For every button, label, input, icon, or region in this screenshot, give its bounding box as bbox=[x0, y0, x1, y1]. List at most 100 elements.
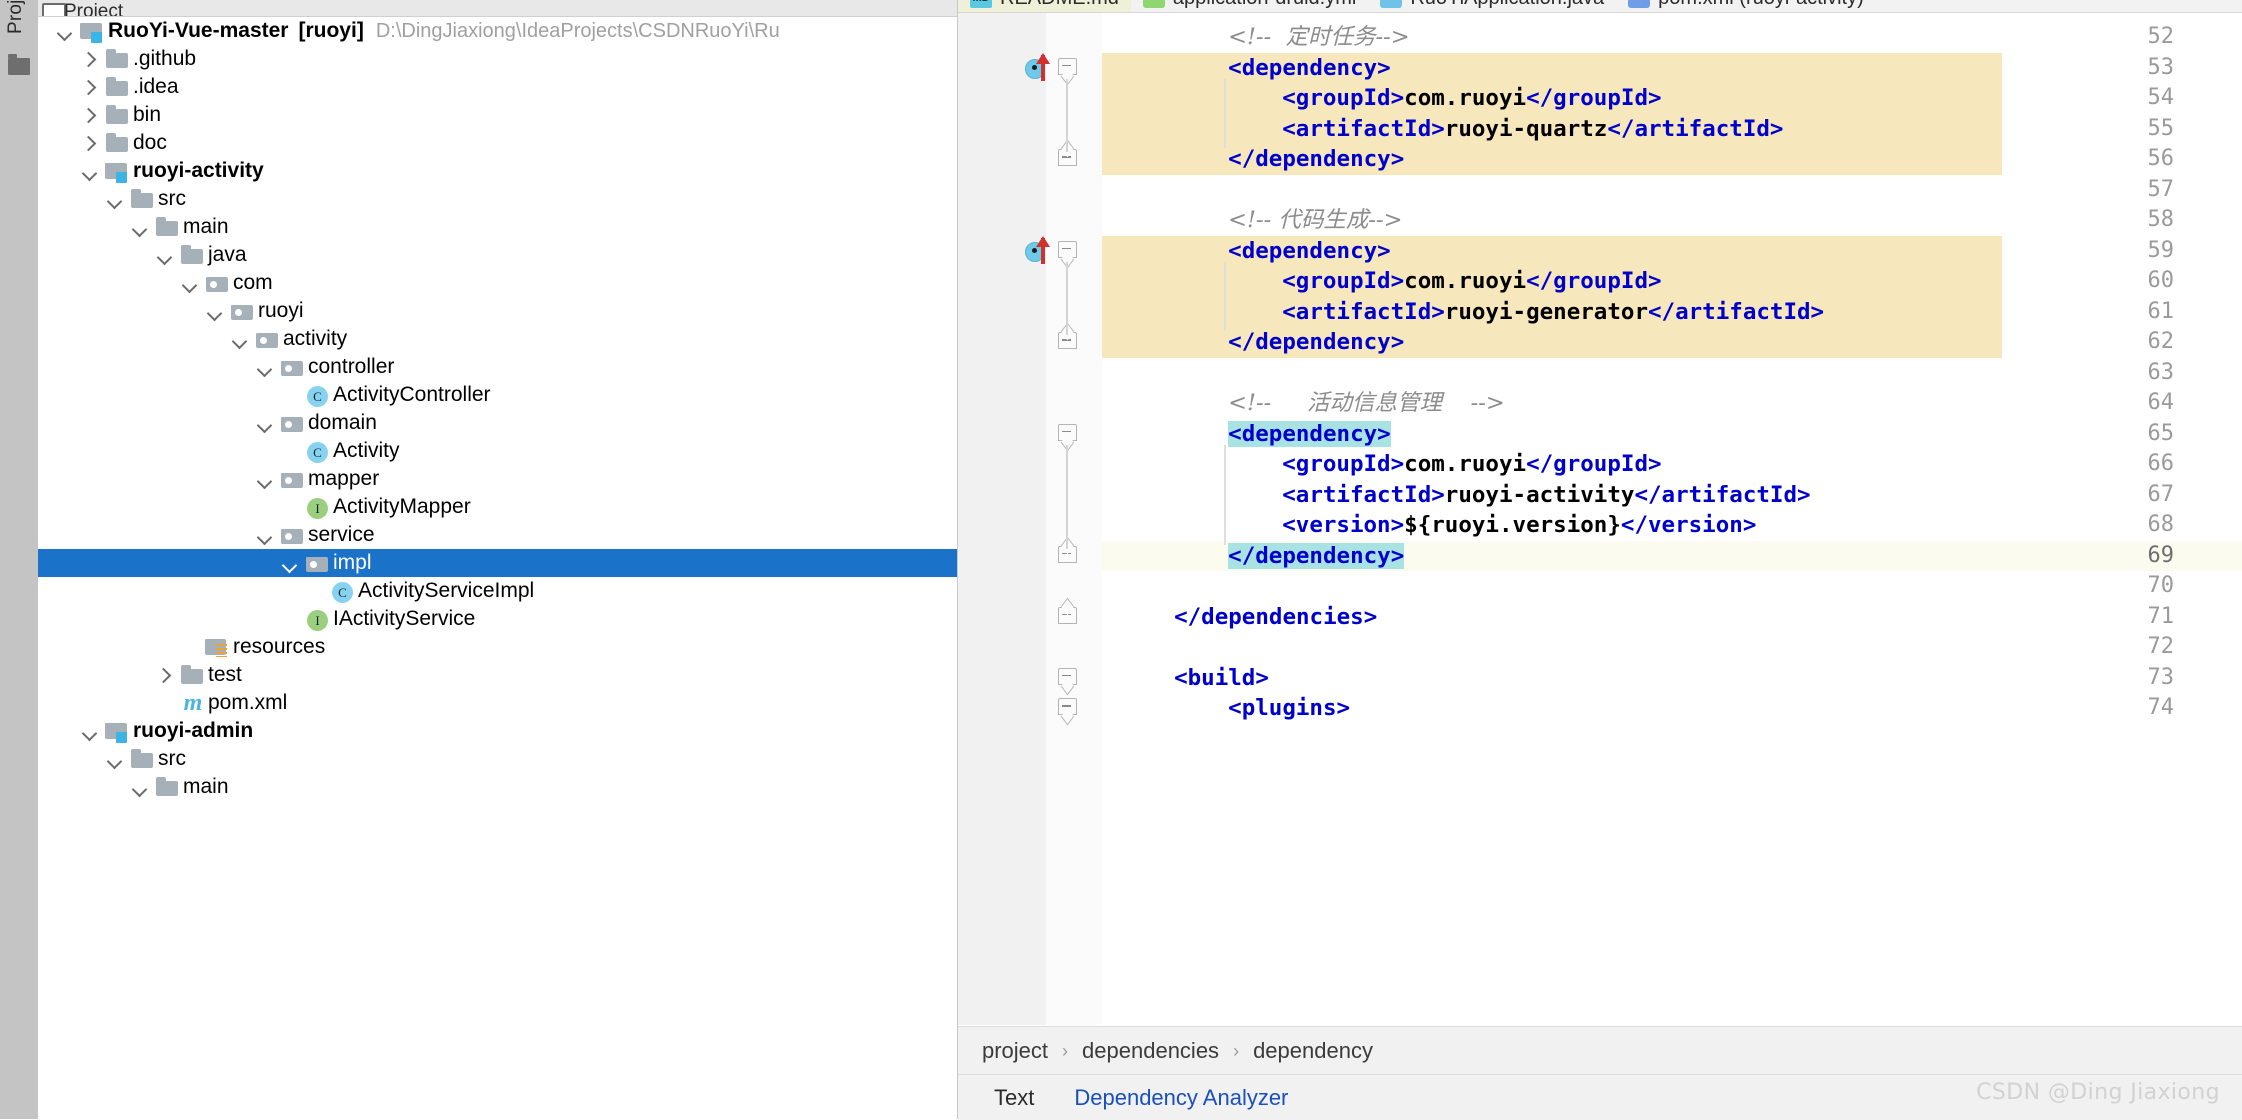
chevron-down-icon[interactable] bbox=[77, 717, 103, 745]
code-line-69[interactable]: </dependency> bbox=[1102, 541, 2242, 572]
upload-arrow-icon[interactable] bbox=[1041, 238, 1045, 264]
chevron-down-icon[interactable] bbox=[127, 213, 153, 241]
fold-up-icon[interactable] bbox=[1058, 149, 1080, 171]
code-line-73[interactable]: <build> bbox=[1102, 663, 2242, 694]
tree-row-impl[interactable]: impl bbox=[38, 549, 957, 577]
chevron-down-icon[interactable] bbox=[252, 521, 278, 549]
code-line-65[interactable]: <dependency> bbox=[1102, 419, 2242, 450]
code-line-57[interactable] bbox=[1102, 175, 2242, 206]
code-line-60[interactable]: <groupId>com.ruoyi</groupId> bbox=[1102, 266, 2242, 297]
run-gutter-marker[interactable] bbox=[1025, 238, 1065, 264]
bottom-tab-dependency-analyzer[interactable]: Dependency Analyzer bbox=[1074, 1085, 1288, 1111]
tree-row-IActivityService[interactable]: IActivityService bbox=[38, 605, 957, 633]
folder-icon[interactable] bbox=[8, 58, 30, 75]
tree-row-idea[interactable]: .idea bbox=[38, 73, 957, 101]
fold-up-icon[interactable] bbox=[1058, 546, 1080, 568]
tree-row-admin-main[interactable]: main bbox=[38, 773, 957, 801]
tree-row-com[interactable]: com bbox=[38, 269, 957, 297]
package-icon bbox=[303, 549, 333, 577]
code-line-70[interactable] bbox=[1102, 571, 2242, 602]
chevron-down-icon[interactable] bbox=[202, 297, 228, 325]
fold-up-icon[interactable] bbox=[1058, 607, 1080, 629]
code-line-56[interactable]: </dependency> bbox=[1102, 144, 2242, 175]
tree-row-pom-activity[interactable]: pom.xml bbox=[38, 689, 957, 717]
chevron-down-icon[interactable] bbox=[252, 409, 278, 437]
tree-row-ActivityMapper[interactable]: ActivityMapper bbox=[38, 493, 957, 521]
code-line-61[interactable]: <artifactId>ruoyi-generator</artifactId> bbox=[1102, 297, 2242, 328]
tree-row-github[interactable]: .github bbox=[38, 45, 957, 73]
chevron-right-icon[interactable] bbox=[77, 45, 103, 73]
tree-row-ruoyi-activity[interactable]: ruoyi-activity bbox=[38, 157, 957, 185]
code-editor[interactable]: <!-- 定时任务--><dependency><groupId>com.ruo… bbox=[1102, 13, 2242, 1025]
tree-row-bin[interactable]: bin bbox=[38, 101, 957, 129]
tree-row-mapper[interactable]: mapper bbox=[38, 465, 957, 493]
tree-row-main[interactable]: main bbox=[38, 213, 957, 241]
tree-row-doc[interactable]: doc bbox=[38, 129, 957, 157]
breadcrumb-item-dependency[interactable]: dependency bbox=[1253, 1038, 1373, 1064]
bottom-tab-text[interactable]: Text bbox=[994, 1085, 1034, 1111]
tree-row-resources[interactable]: resources bbox=[38, 633, 957, 661]
code-line-71[interactable]: </dependencies> bbox=[1102, 602, 2242, 633]
chevron-down-icon[interactable] bbox=[152, 241, 178, 269]
fold-up-icon[interactable] bbox=[1058, 332, 1080, 354]
code-line-62[interactable]: </dependency> bbox=[1102, 327, 2242, 358]
code-line-55[interactable]: <artifactId>ruoyi-quartz</artifactId> bbox=[1102, 114, 2242, 145]
editor-tab-bar[interactable]: README.mdapplication-druid.ymlRuoYiAppli… bbox=[958, 0, 2242, 13]
code-line-68[interactable]: <version>${ruoyi.version}</version> bbox=[1102, 510, 2242, 541]
editor-tab-readme-md[interactable]: README.md bbox=[958, 0, 1131, 13]
tree-row-test[interactable]: test bbox=[38, 661, 957, 689]
editor-tab-ruoyiapplication-java[interactable]: RuoYiApplication.java bbox=[1368, 0, 1616, 13]
editor-tab-pom-xml-ruoyi-activity-[interactable]: pom.xml (ruoyi-activity) bbox=[1616, 0, 1876, 13]
code-line-72[interactable] bbox=[1102, 632, 2242, 663]
tree-row-root[interactable]: RuoYi-Vue-master[ruoyi]D:\DingJiaxiong\I… bbox=[38, 17, 957, 45]
chevron-right-icon[interactable] bbox=[152, 661, 178, 689]
code-line-52[interactable]: <!-- 定时任务--> bbox=[1102, 22, 2242, 53]
chevron-down-icon[interactable] bbox=[52, 17, 78, 45]
code-line-66[interactable]: <groupId>com.ruoyi</groupId> bbox=[1102, 449, 2242, 480]
code-line-54[interactable]: <groupId>com.ruoyi</groupId> bbox=[1102, 83, 2242, 114]
tree-row-activity[interactable]: activity bbox=[38, 325, 957, 353]
tree-row-ActivityController[interactable]: ActivityController bbox=[38, 381, 957, 409]
upload-arrow-icon[interactable] bbox=[1041, 55, 1045, 81]
fold-down-icon[interactable] bbox=[1058, 698, 1080, 720]
chevron-down-icon[interactable] bbox=[127, 773, 153, 801]
code-line-67[interactable]: <artifactId>ruoyi-activity</artifactId> bbox=[1102, 480, 2242, 511]
breadcrumb-item-dependencies[interactable]: dependencies bbox=[1082, 1038, 1219, 1064]
chevron-down-icon[interactable] bbox=[227, 325, 253, 353]
chevron-down-icon[interactable] bbox=[177, 269, 203, 297]
code-line-53[interactable]: <dependency> bbox=[1102, 53, 2242, 84]
tree-row-Activity[interactable]: Activity bbox=[38, 437, 957, 465]
chevron-right-icon[interactable] bbox=[77, 129, 103, 157]
line-number: 68 bbox=[2114, 510, 2174, 541]
chevron-down-icon[interactable] bbox=[102, 745, 128, 773]
breadcrumb[interactable]: project›dependencies›dependency bbox=[958, 1026, 2242, 1075]
tree-row-controller[interactable]: controller bbox=[38, 353, 957, 381]
tree-row-src[interactable]: src bbox=[38, 185, 957, 213]
tree-row-ruoyi-admin[interactable]: ruoyi-admin bbox=[38, 717, 957, 745]
run-gutter-marker[interactable] bbox=[1025, 55, 1065, 81]
tree-row-java[interactable]: java bbox=[38, 241, 957, 269]
code-line-74[interactable]: <plugins> bbox=[1102, 693, 2242, 724]
chevron-down-icon[interactable] bbox=[77, 157, 103, 185]
tree-row-service[interactable]: service bbox=[38, 521, 957, 549]
fold-down-icon[interactable] bbox=[1058, 668, 1080, 690]
chevron-down-icon[interactable] bbox=[252, 465, 278, 493]
project-tool-button[interactable]: Proje bbox=[0, 0, 34, 38]
chevron-right-icon[interactable] bbox=[77, 73, 103, 101]
code-line-59[interactable]: <dependency> bbox=[1102, 236, 2242, 267]
chevron-right-icon[interactable] bbox=[77, 101, 103, 129]
tree-row-domain[interactable]: domain bbox=[38, 409, 957, 437]
tree-row-admin-src[interactable]: src bbox=[38, 745, 957, 773]
chevron-down-icon[interactable] bbox=[252, 353, 278, 381]
code-line-63[interactable] bbox=[1102, 358, 2242, 389]
project-tree[interactable]: RuoYi-Vue-master[ruoyi]D:\DingJiaxiong\I… bbox=[38, 17, 957, 1119]
tree-row-ruoyi[interactable]: ruoyi bbox=[38, 297, 957, 325]
chevron-down-icon[interactable] bbox=[277, 549, 303, 577]
code-line-58[interactable]: <!-- 代码生成--> bbox=[1102, 205, 2242, 236]
chevron-down-icon[interactable] bbox=[102, 185, 128, 213]
editor-tab-application-druid-yml[interactable]: application-druid.yml bbox=[1131, 0, 1368, 13]
code-line-64[interactable]: <!-- 活动信息管理 --> bbox=[1102, 388, 2242, 419]
breadcrumb-item-project[interactable]: project bbox=[982, 1038, 1048, 1064]
tree-row-ActivityServiceImpl[interactable]: ActivityServiceImpl bbox=[38, 577, 957, 605]
fold-down-icon[interactable] bbox=[1058, 424, 1080, 446]
